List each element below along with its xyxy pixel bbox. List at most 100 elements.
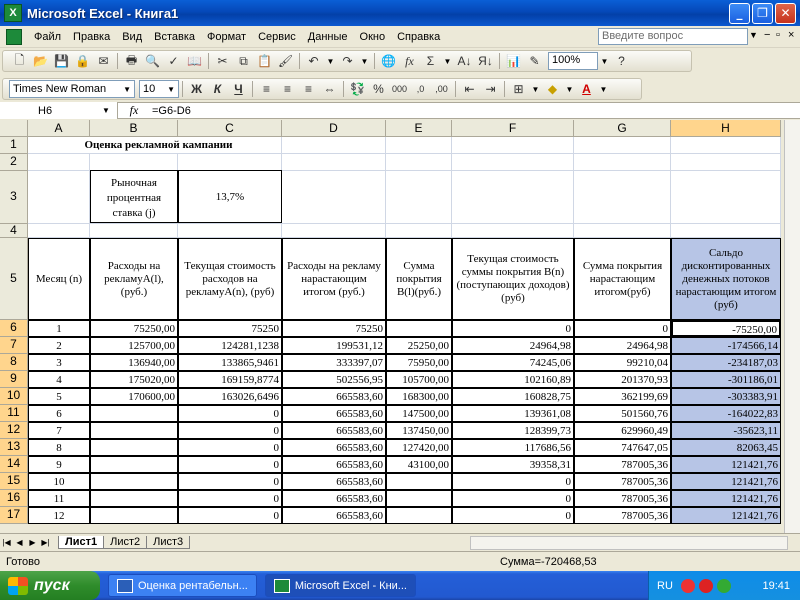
tab-sheet1[interactable]: Лист1	[58, 535, 105, 549]
column-header-c[interactable]: C	[178, 120, 282, 137]
sheet-title[interactable]: Оценка рекламной кампании	[28, 137, 282, 154]
header-b[interactable]: Расходы на рекламуA(l), (руб.)	[90, 238, 178, 320]
data-cell[interactable]: 121421,76	[671, 473, 781, 490]
name-box-dropdown-icon[interactable]: ▼	[96, 102, 116, 120]
data-cell[interactable]: 665583,60	[282, 439, 386, 456]
sort-ascending-icon[interactable]: A↓	[455, 52, 474, 70]
data-cell[interactable]: 39358,31	[452, 456, 574, 473]
data-cell[interactable]: -164022,83	[671, 405, 781, 422]
data-cell[interactable]: 0	[178, 490, 282, 507]
cell[interactable]	[452, 171, 574, 224]
row-header-9[interactable]: 9	[0, 371, 28, 388]
menu-format[interactable]: Формат	[201, 29, 252, 45]
row-header-7[interactable]: 7	[0, 337, 28, 354]
open-icon[interactable]: 📂	[31, 52, 50, 70]
row-header-16[interactable]: 16	[0, 490, 28, 507]
data-cell[interactable]: 137450,00	[386, 422, 452, 439]
data-cell[interactable]: 787005,36	[574, 507, 671, 524]
header-f[interactable]: Текущая стоимость суммы покрытия B(n)(по…	[452, 238, 574, 320]
cut-icon[interactable]: ✂	[213, 52, 232, 70]
row-header-11[interactable]: 11	[0, 405, 28, 422]
data-cell[interactable]: 199531,12	[282, 337, 386, 354]
data-cell[interactable]: 4	[28, 371, 90, 388]
cell[interactable]	[28, 224, 90, 238]
data-cell[interactable]: 75250,00	[90, 320, 178, 337]
language-indicator[interactable]: RU	[657, 580, 673, 592]
spelling-icon[interactable]: ✓	[164, 52, 183, 70]
decrease-decimal-button[interactable]: ,00	[432, 80, 451, 98]
header-d[interactable]: Расходы на рекламу нарастающим итогом (р…	[282, 238, 386, 320]
data-cell[interactable]: 665583,60	[282, 405, 386, 422]
data-cell[interactable]: 8	[28, 439, 90, 456]
data-cell[interactable]: -234187,03	[671, 354, 781, 371]
borders-dropdown-icon[interactable]: ▼	[529, 80, 542, 98]
formula-input[interactable]: =G6-D6	[152, 105, 191, 117]
workbook-icon[interactable]	[6, 28, 22, 45]
data-cell[interactable]: -35623,11	[671, 422, 781, 439]
cell[interactable]	[574, 154, 671, 171]
data-cell[interactable]: 117686,56	[452, 439, 574, 456]
data-cell[interactable]: 75250	[178, 320, 282, 337]
cell[interactable]	[178, 154, 282, 171]
data-cell[interactable]: 0	[178, 507, 282, 524]
currency-icon[interactable]: 💱	[348, 80, 367, 98]
data-cell[interactable]: 127420,00	[386, 439, 452, 456]
data-cell[interactable]	[90, 405, 178, 422]
copy-icon[interactable]: ⧉	[234, 52, 253, 70]
data-cell[interactable]: 333397,07	[282, 354, 386, 371]
data-cell[interactable]: 629960,49	[574, 422, 671, 439]
data-cell[interactable]	[386, 490, 452, 507]
font-name-select[interactable]: Times New Roman ▼	[9, 80, 135, 98]
cell[interactable]	[452, 137, 574, 154]
rate-label[interactable]: Рыночная процентная ставка (j)	[90, 170, 178, 223]
column-header-b[interactable]: B	[90, 120, 178, 137]
header-h[interactable]: Сальдо дисконтированных денежных потоков…	[671, 238, 781, 320]
data-cell[interactable]: 0	[178, 439, 282, 456]
cell[interactable]	[574, 137, 671, 154]
data-cell[interactable]: -303383,91	[671, 388, 781, 405]
data-cell[interactable]: 75250	[282, 320, 386, 337]
column-header-g[interactable]: G	[574, 120, 671, 137]
underline-button[interactable]: Ч	[229, 80, 248, 98]
borders-icon[interactable]: ⊞	[509, 80, 528, 98]
data-cell[interactable]: 0	[452, 320, 574, 337]
data-cell[interactable]: 12	[28, 507, 90, 524]
data-cell[interactable]	[90, 473, 178, 490]
help-search-input[interactable]: Введите вопрос	[598, 28, 748, 45]
network-icon[interactable]	[716, 578, 731, 593]
header-g[interactable]: Сумма покрытия нарастающим итогом(руб)	[574, 238, 671, 320]
data-cell[interactable]: 25250,00	[386, 337, 452, 354]
redo-icon[interactable]: ↷	[338, 52, 357, 70]
row-header-12[interactable]: 12	[0, 422, 28, 439]
align-center-icon[interactable]: ≡	[278, 80, 297, 98]
data-cell[interactable]: 10	[28, 473, 90, 490]
fill-dropdown-icon[interactable]: ▼	[563, 80, 576, 98]
row-header-4[interactable]: 4	[0, 223, 28, 238]
data-cell[interactable]: 665583,60	[282, 490, 386, 507]
insert-function-icon[interactable]: fx	[400, 52, 419, 70]
data-cell[interactable]: -174566,14	[671, 337, 781, 354]
close-button[interactable]: ✕	[775, 2, 796, 24]
tab-sheet3[interactable]: Лист3	[146, 535, 191, 549]
format-painter-icon[interactable]: 🖌	[276, 52, 295, 70]
active-cell[interactable]: -75250,00	[671, 320, 781, 337]
data-cell[interactable]: 787005,36	[574, 473, 671, 490]
data-cell[interactable]: 121421,76	[671, 456, 781, 473]
data-cell[interactable]: 0	[178, 456, 282, 473]
data-cell[interactable]: 665583,60	[282, 388, 386, 405]
vertical-scrollbar[interactable]	[784, 120, 800, 533]
menu-edit[interactable]: Правка	[67, 29, 116, 45]
data-cell[interactable]: 168300,00	[386, 388, 452, 405]
cell[interactable]	[386, 154, 452, 171]
data-cell[interactable]: 0	[452, 490, 574, 507]
data-cell[interactable]: 0	[452, 473, 574, 490]
cell[interactable]	[671, 224, 781, 238]
chart-wizard-icon[interactable]: 📊	[504, 52, 523, 70]
data-cell[interactable]: 136940,00	[90, 354, 178, 371]
size-dropdown-icon[interactable]: ▼	[167, 85, 175, 94]
data-cell[interactable]: 169159,8774	[178, 371, 282, 388]
cell[interactable]	[671, 154, 781, 171]
data-cell[interactable]: 99210,04	[574, 354, 671, 371]
merge-center-icon[interactable]: ⇔	[320, 80, 339, 98]
select-all-corner[interactable]	[0, 120, 28, 137]
